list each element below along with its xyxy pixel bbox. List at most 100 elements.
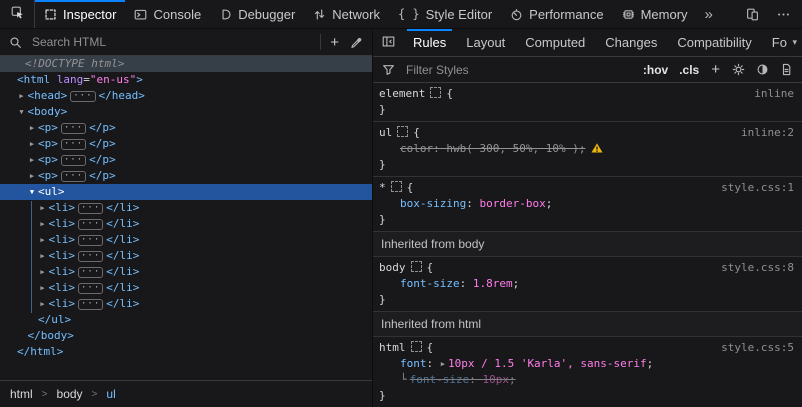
tab-changes[interactable]: Changes <box>595 29 667 56</box>
expand-arrow-icon[interactable]: ▶ <box>27 136 37 152</box>
markup-row-p[interactable]: ▶ <p> ··· </p> <box>0 152 372 168</box>
highlight-selector-icon[interactable] <box>397 126 409 137</box>
responsive-mode-icon[interactable] <box>744 8 761 21</box>
tab-memory[interactable]: Memory <box>613 0 697 28</box>
markup-row-p[interactable]: ▶ <p> ··· </p> <box>0 120 372 136</box>
meatball-menu-icon[interactable] <box>775 8 792 21</box>
tab-debugger[interactable]: Debugger <box>210 0 304 28</box>
highlight-selector-icon[interactable] <box>410 261 422 272</box>
collapse-arrow-icon[interactable]: ▼ <box>27 184 37 200</box>
tab-network[interactable]: Network <box>304 0 389 28</box>
selector-text[interactable]: html <box>379 341 406 354</box>
expand-arrow-icon[interactable]: ▶ <box>38 248 48 264</box>
highlight-selector-icon[interactable] <box>430 87 442 98</box>
breadcrumb-item-body[interactable]: body <box>57 387 83 401</box>
inline-ellipsis-badge[interactable]: ··· <box>78 203 104 214</box>
selector-text[interactable]: ul <box>379 126 392 139</box>
expand-shorthand-icon[interactable]: ▶ <box>441 356 445 372</box>
inline-ellipsis-badge[interactable]: ··· <box>70 91 96 102</box>
declaration-color[interactable]: color: hwb( 300, 50%, 10% ); <box>379 141 796 157</box>
selector-text[interactable]: * <box>379 181 386 194</box>
inline-ellipsis-badge[interactable]: ··· <box>78 219 104 230</box>
expand-arrow-icon[interactable]: ▶ <box>27 120 37 136</box>
markup-row-body[interactable]: </body> <box>0 328 372 344</box>
markup-row-li[interactable]: ▶ <li> ··· </li> <box>0 216 372 232</box>
expand-arrow-icon[interactable]: ▶ <box>38 264 48 280</box>
markup-row-li[interactable]: ▶ <li> ··· </li> <box>0 248 372 264</box>
markup-row-ul[interactable]: ▼ <ul> <box>0 184 372 200</box>
sidebar-tabs-dropdown-icon[interactable]: ▾ <box>792 29 802 56</box>
markup-row-head[interactable]: ▶ <head> ··· </head> <box>0 88 372 104</box>
more-tabs-button[interactable]: » <box>697 0 721 28</box>
stylesheet-source-link[interactable]: style.css:5 <box>721 341 794 354</box>
tab-computed[interactable]: Computed <box>515 29 595 56</box>
inline-ellipsis-badge[interactable]: ··· <box>78 251 104 262</box>
breadcrumb-item-ul[interactable]: ul <box>106 387 115 401</box>
inline-ellipsis-badge[interactable]: ··· <box>78 235 104 246</box>
markup-row-li[interactable]: ▶ <li> ··· </li> <box>0 200 372 216</box>
selector-text[interactable]: body <box>379 261 406 274</box>
tab-style-editor[interactable]: { } Style Editor <box>389 0 501 28</box>
markup-row-doctype[interactable]: <!DOCTYPE html> <box>0 56 372 72</box>
markup-row-html[interactable]: <html lang="en-us"> <box>0 72 372 88</box>
expand-arrow-icon[interactable]: ▶ <box>38 280 48 296</box>
dark-theme-icon[interactable] <box>754 63 771 76</box>
class-button[interactable]: .cls <box>677 63 701 77</box>
inline-ellipsis-badge[interactable]: ··· <box>78 299 104 310</box>
search-input[interactable] <box>30 34 315 50</box>
print-media-icon[interactable] <box>778 63 795 76</box>
filter-styles-input[interactable] <box>404 61 634 78</box>
inline-ellipsis-badge[interactable]: ··· <box>60 171 87 182</box>
markup-row-ul[interactable]: </ul> <box>0 312 372 328</box>
expand-arrow-icon[interactable]: ▶ <box>27 152 37 168</box>
stylesheet-source-link[interactable]: inline:2 <box>741 126 794 139</box>
toolbar-tabs: Inspector Console Debugger Network { } Style … <box>35 0 697 28</box>
selector-text[interactable]: element <box>379 87 425 100</box>
tab-console[interactable]: Console <box>125 0 210 28</box>
inline-ellipsis-badge[interactable]: ··· <box>60 123 87 134</box>
add-node-button[interactable]: + <box>327 35 342 50</box>
stylesheet-source-link[interactable]: style.css:8 <box>721 261 794 274</box>
light-theme-icon[interactable] <box>730 63 747 76</box>
tab-layout[interactable]: Layout <box>456 29 515 56</box>
pseudo-class-button[interactable]: :hov <box>641 63 670 77</box>
tab-fo[interactable]: Fo <box>762 29 787 56</box>
tab-performance[interactable]: Performance <box>501 0 612 28</box>
expand-arrow-icon[interactable]: ▶ <box>38 232 48 248</box>
stylesheet-source-link[interactable]: inline <box>754 87 794 100</box>
highlight-selector-icon[interactable] <box>410 341 422 352</box>
breadcrumb-item-html[interactable]: html <box>10 387 33 401</box>
pick-element-button[interactable] <box>0 0 35 28</box>
eyedropper-icon[interactable] <box>348 36 365 49</box>
expand-arrow-icon[interactable]: ▶ <box>38 200 48 216</box>
markup-row-li[interactable]: ▶ <li> ··· </li> <box>0 296 372 312</box>
markup-row-li[interactable]: ▶ <li> ··· </li> <box>0 264 372 280</box>
stylesheet-source-link[interactable]: style.css:1 <box>721 181 794 194</box>
sidebar-toggle-icon <box>382 35 395 51</box>
markup-row-li[interactable]: ▶ <li> ··· </li> <box>0 232 372 248</box>
expand-arrow-icon[interactable]: ▶ <box>38 296 48 312</box>
inline-ellipsis-badge[interactable]: ··· <box>78 283 104 294</box>
markup-row-p[interactable]: ▶ <p> ··· </p> <box>0 168 372 184</box>
declaration-font[interactable]: font: ▶ 10px / 1.5 'Karla', sans-serif; <box>379 356 796 372</box>
declaration-box-sizing[interactable]: box-sizing: border-box; <box>379 196 796 212</box>
markup-row-html[interactable]: </html> <box>0 344 372 360</box>
inline-ellipsis-badge[interactable]: ··· <box>60 139 87 150</box>
markup-row-li[interactable]: ▶ <li> ··· </li> <box>0 280 372 296</box>
expand-arrow-icon[interactable]: ▶ <box>27 168 37 184</box>
inline-ellipsis-badge[interactable]: ··· <box>78 267 104 278</box>
add-rule-button[interactable]: + <box>708 62 723 77</box>
declaration-font-size[interactable]: └ font-size: 10px; <box>379 372 796 388</box>
collapse-arrow-icon[interactable]: ▼ <box>17 104 27 120</box>
sidebar-toggle-button[interactable] <box>373 29 403 56</box>
expand-arrow-icon[interactable]: ▶ <box>17 88 27 104</box>
declaration-font-size[interactable]: font-size: 1.8rem; <box>379 276 796 292</box>
tab-rules[interactable]: Rules <box>403 29 456 56</box>
highlight-selector-icon[interactable] <box>390 181 402 192</box>
markup-row-body[interactable]: ▼ <body> <box>0 104 372 120</box>
tab-compatibility[interactable]: Compatibility <box>667 29 761 56</box>
expand-arrow-icon[interactable]: ▶ <box>38 216 48 232</box>
markup-row-p[interactable]: ▶ <p> ··· </p> <box>0 136 372 152</box>
tab-inspector[interactable]: Inspector <box>35 0 126 28</box>
inline-ellipsis-badge[interactable]: ··· <box>60 155 87 166</box>
